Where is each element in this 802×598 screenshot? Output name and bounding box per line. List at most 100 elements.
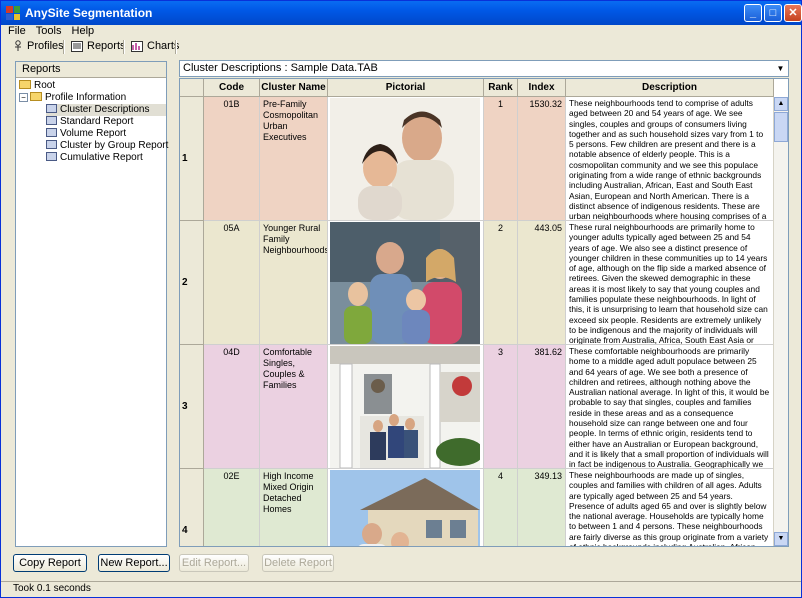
cell-cluster-name[interactable]: High Income Mixed Origin Detached Homes xyxy=(260,469,328,546)
cell-index[interactable]: 1530.32 xyxy=(518,97,566,221)
cell-code[interactable]: 05A xyxy=(204,221,260,345)
reports-button[interactable]: Reports xyxy=(69,39,126,55)
maximize-button[interactable]: □ xyxy=(764,4,782,22)
menu-bar: File Tools Help xyxy=(1,25,801,39)
tree-node-label: Profile Information xyxy=(45,92,127,103)
scroll-up-icon[interactable]: ▲ xyxy=(774,97,788,111)
corner-header xyxy=(180,79,204,97)
row-header[interactable]: 3 xyxy=(180,345,204,469)
new-report-button[interactable]: New Report... xyxy=(98,554,170,572)
minimize-button[interactable]: _ xyxy=(744,4,762,22)
cell-index[interactable]: 381.62 xyxy=(518,345,566,469)
charts-icon xyxy=(131,40,143,52)
cell-rank[interactable]: 1 xyxy=(484,97,518,221)
report-selector-value: Cluster Descriptions : Sample Data.TAB xyxy=(183,62,378,74)
cell-rank[interactable]: 2 xyxy=(484,221,518,345)
status-bar: Took 0.1 seconds xyxy=(1,581,801,597)
tree-item-standard-report[interactable]: Standard Report xyxy=(46,116,133,128)
cluster-photo xyxy=(330,222,480,344)
report-icon xyxy=(46,116,57,125)
collapse-icon[interactable]: − xyxy=(19,93,28,102)
chevron-down-icon[interactable]: ▼ xyxy=(774,62,787,75)
cluster-photo xyxy=(330,98,480,220)
column-header-rank[interactable]: Rank ▲ xyxy=(484,79,518,109)
toolbar-separator xyxy=(175,40,177,54)
menu-file[interactable]: File xyxy=(8,26,26,37)
tree-node-profile-information[interactable]: − Profile Information xyxy=(19,92,126,104)
column-header-description[interactable]: Description xyxy=(566,79,774,97)
tree-node-label: Root xyxy=(34,80,56,91)
cell-description[interactable]: These neighbourhoods tend to comprise of… xyxy=(566,97,774,221)
delete-report-button[interactable]: Delete Report xyxy=(262,554,334,572)
app-icon xyxy=(6,6,20,20)
cell-code[interactable]: 01B xyxy=(204,97,260,221)
tree-item-volume-report[interactable]: Volume Report xyxy=(46,128,126,140)
cell-pictorial[interactable] xyxy=(328,221,484,345)
tree-node-label: Cumulative Report xyxy=(60,152,143,163)
cell-rank[interactable]: 3 xyxy=(484,345,518,469)
cluster-table: Code Cluster Name Pictorial Rank ▲ Index… xyxy=(179,78,789,547)
folder-icon xyxy=(30,92,42,101)
cell-pictorial[interactable] xyxy=(328,97,484,221)
tree-node-label: Cluster by Group Report xyxy=(60,140,169,151)
vertical-scrollbar[interactable]: ▲ ▼ xyxy=(773,97,788,546)
tree-node-label: Cluster Descriptions xyxy=(60,104,150,115)
column-header-label: Rank xyxy=(488,82,513,93)
cell-code[interactable]: 04D xyxy=(204,345,260,469)
scrollbar-thumb[interactable] xyxy=(774,112,788,142)
cell-index[interactable]: 349.13 xyxy=(518,469,566,546)
cell-cluster-name[interactable]: Comfortable Singles, Couples & Families xyxy=(260,345,328,469)
tree-item-cluster-by-group-report[interactable]: Cluster by Group Report xyxy=(46,140,168,152)
report-icon xyxy=(46,128,57,137)
folder-icon xyxy=(19,80,31,89)
toolbar-separator xyxy=(63,40,65,54)
cell-index[interactable]: 443.05 xyxy=(518,221,566,345)
close-button[interactable]: ✕ xyxy=(784,4,802,22)
cell-code[interactable]: 02E xyxy=(204,469,260,546)
app-window: AnySite Segmentation _ □ ✕ File Tools He… xyxy=(0,0,802,598)
menu-help[interactable]: Help xyxy=(72,26,95,37)
report-icon xyxy=(46,140,57,149)
toolbar: Profiles Reports Charts xyxy=(1,39,801,57)
report-selector[interactable]: Cluster Descriptions : Sample Data.TAB ▼ xyxy=(179,60,789,77)
row-header[interactable]: 2 xyxy=(180,221,204,345)
row-header[interactable]: 4 xyxy=(180,469,204,546)
reports-panel-header: Reports xyxy=(16,62,166,78)
profiles-icon xyxy=(15,40,21,52)
reports-icon xyxy=(71,40,83,52)
report-icon xyxy=(46,152,57,161)
status-text: Took 0.1 seconds xyxy=(13,583,91,594)
title-bar[interactable]: AnySite Segmentation _ □ ✕ xyxy=(1,1,802,25)
cell-rank[interactable]: 4 xyxy=(484,469,518,546)
cluster-photo xyxy=(330,346,480,468)
cell-cluster-name[interactable]: Younger Rural Family Neighbourhoods xyxy=(260,221,328,345)
edit-report-button[interactable]: Edit Report... xyxy=(179,554,249,572)
row-header[interactable]: 1 xyxy=(180,97,204,221)
column-header-cluster-name[interactable]: Cluster Name xyxy=(260,79,328,97)
cell-description[interactable]: These comfortable neighbourhoods are pri… xyxy=(566,345,774,469)
cell-description[interactable]: These rural neighbourhoods are primarily… xyxy=(566,221,774,345)
tree-node-label: Volume Report xyxy=(60,128,127,139)
menu-tools[interactable]: Tools xyxy=(36,26,62,37)
profiles-label: Profiles xyxy=(27,40,64,52)
profiles-button[interactable]: Profiles xyxy=(11,39,64,55)
charts-button[interactable]: Charts xyxy=(129,39,179,55)
cell-pictorial[interactable] xyxy=(328,469,484,546)
cell-pictorial[interactable] xyxy=(328,345,484,469)
tree-node-root[interactable]: Root xyxy=(19,80,55,92)
reports-label: Reports xyxy=(87,40,126,52)
window-title: AnySite Segmentation xyxy=(25,6,153,20)
scroll-down-icon[interactable]: ▼ xyxy=(774,532,788,546)
column-header-pictorial[interactable]: Pictorial xyxy=(328,79,484,97)
tree-item-cumulative-report[interactable]: Cumulative Report xyxy=(46,152,143,164)
tree-item-cluster-descriptions[interactable]: Cluster Descriptions xyxy=(46,104,166,116)
column-header-code[interactable]: Code xyxy=(204,79,260,97)
tree-node-label: Standard Report xyxy=(60,116,134,127)
cell-cluster-name[interactable]: Pre-Family Cosmopolitan Urban Executives xyxy=(260,97,328,221)
report-icon xyxy=(46,104,57,113)
cluster-photo xyxy=(330,470,480,546)
reports-panel: Reports Root − Profile Information Cluste… xyxy=(15,61,168,547)
copy-report-button[interactable]: Copy Report xyxy=(13,554,87,572)
cell-description[interactable]: These neighbourhoods are made up of sing… xyxy=(566,469,774,546)
column-header-index[interactable]: Index xyxy=(518,79,566,97)
